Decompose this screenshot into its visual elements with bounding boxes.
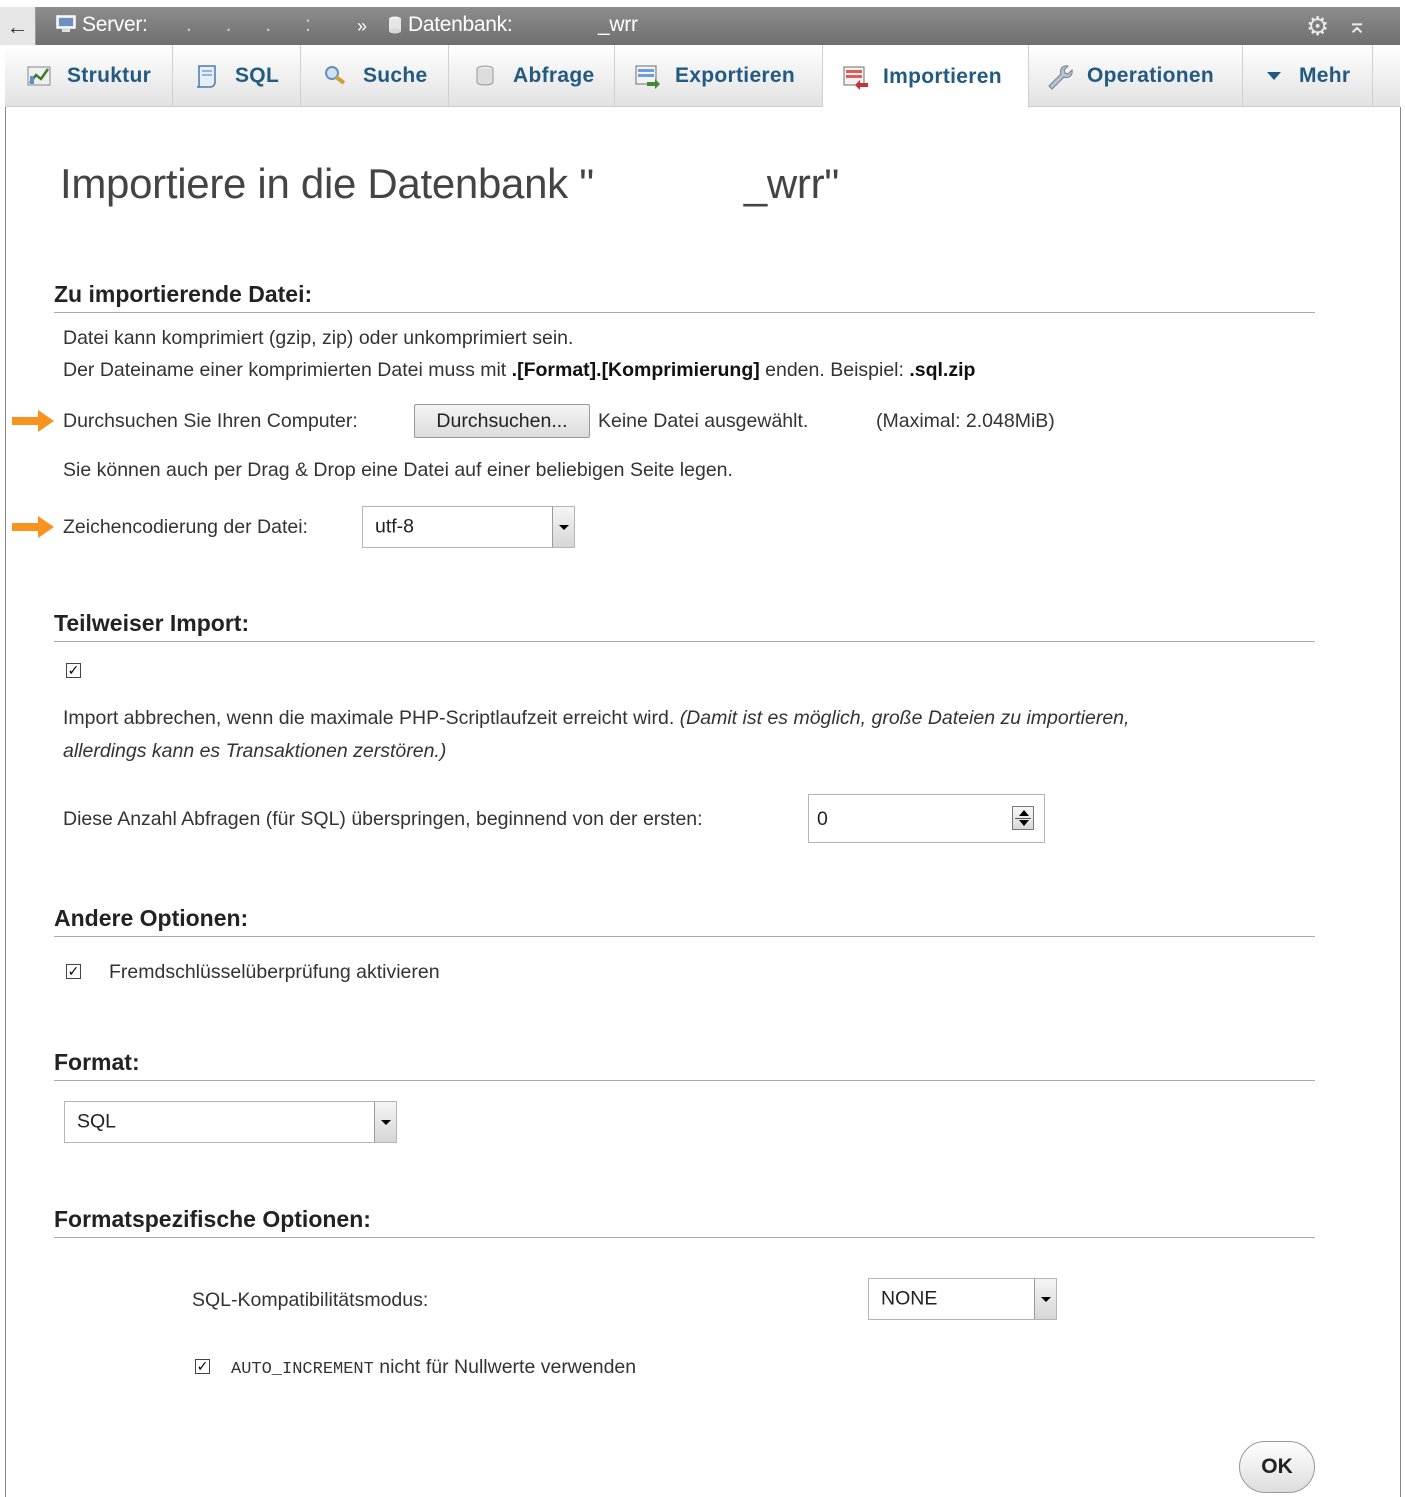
breadcrumb-database[interactable]: Datenbank: [408,13,513,37]
tab-suche[interactable]: Suche [301,45,449,107]
auto-increment-label: AUTO_INCREMENT nicht für Nullwerte verwe… [231,1356,637,1379]
no-file-selected: Keine Datei ausgewählt. [598,410,809,432]
sql-compat-value: NONE [881,1287,938,1310]
format-select[interactable]: SQL [64,1101,397,1143]
import-icon [843,66,868,90]
tab-bar: Struktur SQL Suche Abfrage Exportieren I… [5,45,1400,108]
chevron-down-icon[interactable] [374,1102,396,1142]
caret-down-icon [1267,72,1281,80]
section-heading-other: Andere Optionen: [54,905,1315,937]
query-icon [476,65,494,86]
drag-drop-hint: Sie können auch per Drag & Drop eine Dat… [63,459,733,481]
browse-button[interactable]: Durchsuchen... [414,404,590,438]
filename-info: Der Dateiname einer komprimierten Datei … [63,359,976,381]
database-icon [389,16,401,34]
server-icon [56,15,76,32]
breadcrumb-database-name[interactable]: _wrr [598,13,638,37]
ok-button[interactable]: OK [1239,1441,1315,1493]
tab-label: Suche [363,64,428,87]
search-icon [325,66,346,85]
skip-queries-value: 0 [817,808,828,830]
sql-icon [196,65,216,88]
section-heading-format: Format: [54,1049,1315,1081]
chevron-down-icon[interactable] [552,507,574,547]
structure-icon [27,66,51,86]
browse-label: Durchsuchen Sie Ihren Computer: [63,410,358,432]
skip-queries-label: Diese Anzahl Abfragen (für SQL) überspri… [63,808,703,830]
tab-label: Importieren [883,64,1002,88]
partial-import-description: Import abbrechen, wenn die maximale PHP-… [63,707,1130,729]
tab-operationen[interactable]: Operationen [1029,45,1243,107]
sql-compat-label: SQL-Kompatibilitätsmodus: [192,1289,429,1311]
breadcrumb-separator: » [357,16,368,36]
back-arrow-icon[interactable]: ← [0,7,36,45]
number-stepper-icon[interactable] [1012,806,1034,830]
export-icon [635,65,660,89]
gear-icon[interactable]: ⚙ [1306,13,1329,39]
tab-label: Abfrage [513,64,595,87]
sql-compat-select[interactable]: NONE [868,1278,1057,1320]
tab-mehr[interactable]: Mehr [1243,45,1373,107]
breadcrumb-bar: ← Server: . . . : » Datenbank: _wrr ⚙ ⌅ [0,7,1400,45]
partial-import-description-cont: allerdings kann es Transaktionen zerstör… [63,740,447,762]
tab-label: Exportieren [675,64,795,87]
wrench-icon [1048,65,1073,90]
collapse-icon[interactable]: ⌅ [1347,11,1367,40]
tab-abfrage[interactable]: Abfrage [449,45,615,107]
compression-info: Datei kann komprimiert (gzip, zip) oder … [63,327,574,349]
foreign-key-checkbox[interactable]: ✓ [66,964,81,979]
tab-label: SQL [235,64,280,87]
page-title: Importiere in die Datenbank " _wrr" [60,160,839,207]
auto-increment-checkbox[interactable]: ✓ [195,1359,210,1374]
breadcrumb-server-name[interactable]: . . . : [186,13,325,37]
section-heading-file: Zu importierende Datei: [54,281,1315,313]
partial-import-checkbox[interactable]: ✓ [66,663,81,678]
foreign-key-label: Fremdschlüsselüberprüfung aktivieren [109,961,440,983]
tab-exportieren[interactable]: Exportieren [615,45,823,107]
breadcrumb-server[interactable]: Server: [82,13,148,37]
charset-value: utf-8 [375,515,415,538]
arrow-pointer-icon [12,516,54,538]
section-heading-format-options: Formatspezifische Optionen: [54,1206,1315,1238]
tab-sql[interactable]: SQL [173,45,301,107]
section-heading-partial: Teilweiser Import: [54,610,1315,642]
tab-struktur[interactable]: Struktur [5,45,173,107]
max-upload-size: (Maximal: 2.048MiB) [876,410,1055,432]
skip-queries-input[interactable]: 0 [808,794,1045,843]
arrow-pointer-icon [12,410,54,432]
tab-label: Operationen [1087,64,1214,87]
charset-label: Zeichencodierung der Datei: [63,516,308,538]
tab-importieren[interactable]: Importieren [823,45,1029,108]
format-value: SQL [77,1110,117,1133]
charset-select[interactable]: utf-8 [362,506,575,548]
tab-label: Struktur [67,64,152,87]
chevron-down-icon[interactable] [1034,1279,1056,1319]
tab-label: Mehr [1299,64,1351,87]
